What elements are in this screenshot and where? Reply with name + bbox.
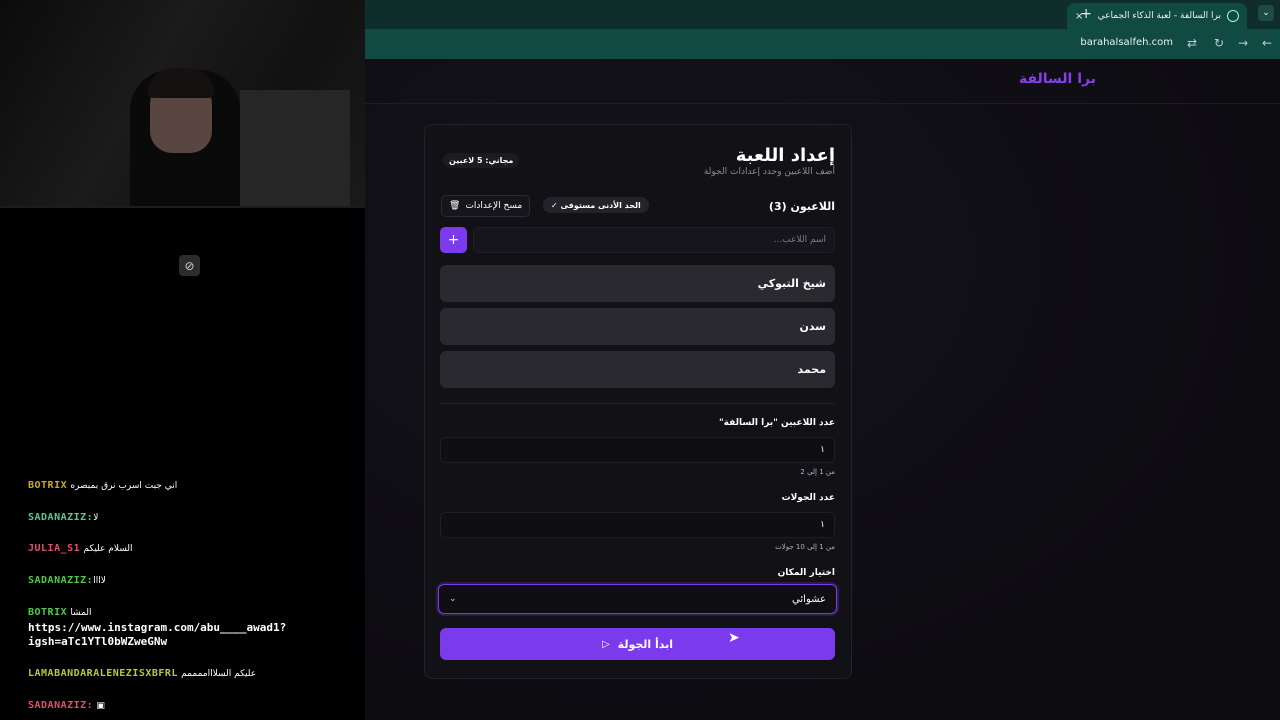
- player-item: سدن ✕: [440, 308, 835, 345]
- tab-title: برا السالفة - لعبة الذكاء الجماعي: [1097, 11, 1221, 21]
- location-value: عشوائي: [792, 593, 826, 605]
- game-setup-card: إعداد اللعبة أضف اللاعبين وحدد إعدادات ا…: [424, 124, 852, 679]
- webcam-feed: [0, 0, 365, 206]
- background-object: [240, 90, 350, 206]
- remove-player-icon[interactable]: ✕: [449, 278, 461, 290]
- player-name: محمد: [797, 363, 826, 376]
- forward-icon[interactable]: →: [1238, 36, 1248, 50]
- player-item: شيخ التبوكي ✕: [440, 265, 835, 302]
- site-header: برا السالفة: [365, 59, 1280, 104]
- page-subtitle: أضف اللاعبين وحدد إعدادات الجولة: [703, 167, 835, 177]
- chat-text: المشا: [70, 608, 92, 618]
- start-round-button[interactable]: ابدأ الجولة ▷: [440, 628, 835, 660]
- player-name: سدن: [799, 320, 826, 333]
- chat-username: SADANAZIZ:: [28, 512, 94, 523]
- rounds-count-label: عدد الجولات: [781, 493, 835, 503]
- minimum-met-badge: الحد الأدنى مستوفى ✓: [543, 197, 649, 213]
- free-plan-badge: مجاني: 5 لاعبين: [443, 153, 520, 168]
- clear-settings-button[interactable]: 🗑 مسح الإعدادات: [441, 195, 531, 217]
- chat-username: SADANAZIZ:: [28, 575, 94, 586]
- web-page: برا السالفة إعداد اللعبة أضف اللاعبين وح…: [365, 59, 1280, 720]
- tab-menu-chevron-icon[interactable]: ⌄: [1258, 5, 1274, 21]
- location-select[interactable]: عشوائي ⌄: [438, 584, 837, 614]
- chat-username: BOTRIX: [28, 607, 68, 618]
- streamer-hair: [148, 68, 214, 98]
- tab-bar: ⌄ برا السالفة - لعبة الذكاء الجماعي × +: [365, 0, 1280, 29]
- remove-player-icon[interactable]: ✕: [449, 321, 461, 333]
- add-player-button[interactable]: +: [440, 227, 467, 253]
- chat-message: SADANAZIZ: ▣: [28, 700, 105, 712]
- back-icon[interactable]: ←: [1262, 36, 1272, 50]
- player-name-input[interactable]: [473, 227, 835, 253]
- globe-icon: [1227, 10, 1239, 22]
- chat-username: JULIA_S1: [28, 543, 81, 554]
- chat-message: LAMABANDARALENEZISXBFRL عليكم السلاااممم…: [28, 668, 256, 680]
- new-tab-button[interactable]: +: [1080, 6, 1092, 22]
- rounds-count-field[interactable]: ١: [440, 512, 835, 538]
- url-text[interactable]: barahalsalfeh.com: [1080, 37, 1173, 48]
- chat-message: BOTRIX المشا: [28, 607, 92, 619]
- chat-message: JULIA_S1 السلام عليكم: [28, 543, 132, 555]
- stream-overlay: ⊘ BOTRIX اني جبت اسرب نرق بمبصره SADANAZ…: [0, 0, 365, 720]
- chat-message: SADANAZIZ:لا: [28, 512, 98, 524]
- site-settings-icon[interactable]: ⇄: [1187, 36, 1197, 50]
- section-divider: [440, 403, 835, 404]
- browser-tab[interactable]: برا السالفة - لعبة الذكاء الجماعي ×: [1067, 3, 1247, 29]
- location-label: اختيار المكان: [777, 568, 835, 578]
- chat-username: BOTRIX: [28, 480, 68, 491]
- page-title: إعداد اللعبة: [735, 145, 835, 166]
- trash-icon: 🗑: [449, 201, 461, 211]
- rounds-count-hint: من 1 إلى 10 جولات: [775, 543, 835, 551]
- block-icon[interactable]: ⊘: [179, 255, 200, 276]
- remove-player-icon[interactable]: ✕: [449, 364, 461, 376]
- clear-settings-label: مسح الإعدادات: [465, 201, 523, 211]
- reload-icon[interactable]: ↻: [1214, 36, 1224, 50]
- mouse-cursor-icon: ➤: [728, 630, 740, 646]
- outsiders-count-field[interactable]: ١: [440, 437, 835, 463]
- chat-text: لا: [93, 513, 99, 523]
- outsiders-count-hint: من 1 إلى 2: [800, 468, 835, 476]
- outsiders-count-label: عدد اللاعبين "برا السالفة": [718, 418, 835, 428]
- start-round-label: ابدأ الجولة: [617, 637, 674, 651]
- chat-username: SADANAZIZ:: [28, 700, 94, 711]
- chevron-down-icon: ⌄: [449, 594, 457, 604]
- rounds-count-value: ١: [820, 520, 825, 530]
- player-item: محمد ✕: [440, 351, 835, 388]
- address-bar: ← → ↻ ⇄ barahalsalfeh.com: [365, 29, 1280, 59]
- brand-logo[interactable]: برا السالفة: [1019, 71, 1096, 87]
- chat-text: اني جبت اسرب نرق بمبصره: [70, 481, 178, 491]
- emote-icon: ▣: [96, 701, 105, 711]
- outsiders-count-value: ١: [820, 445, 825, 455]
- chat-text: عليكم السلاااممممم: [181, 669, 257, 679]
- chat-message: BOTRIX اني جبت اسرب نرق بمبصره: [28, 480, 177, 492]
- chat-username: LAMABANDARALENEZISXBFRL: [28, 668, 178, 679]
- chat-text: السلام عليكم: [83, 544, 133, 554]
- chat-link[interactable]: https://www.instagram.com/abu____awad1?i…: [28, 621, 328, 649]
- webcam-border: [0, 206, 365, 208]
- players-heading: اللاعبون (3): [768, 200, 835, 213]
- chat-message: SADANAZIZ:لاااا: [28, 575, 106, 587]
- player-name: شيخ التبوكي: [757, 277, 826, 290]
- chat-text: لاااا: [93, 576, 106, 586]
- play-icon: ▷: [601, 638, 610, 650]
